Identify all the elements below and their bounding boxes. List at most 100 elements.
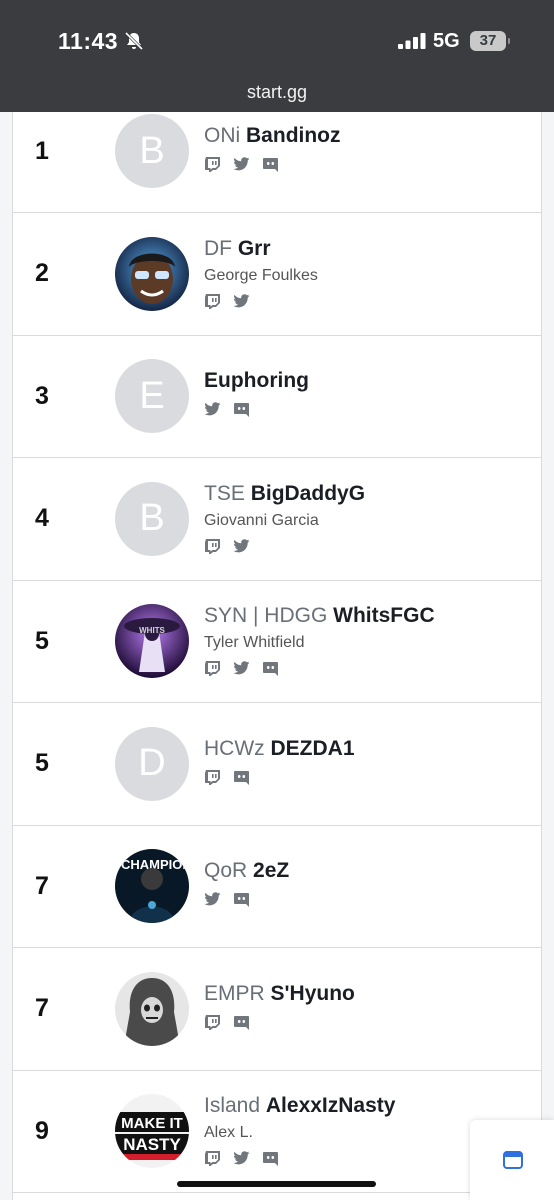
gamer-tag: AlexxIzNasty: [265, 1094, 396, 1117]
standings-row[interactable]: 7 EMPR S'Hyuno: [13, 948, 541, 1071]
player-info: SYN | HDGG WhitsFGC Tyler Whitfield: [204, 604, 435, 676]
placement-rank: 9: [35, 1116, 49, 1145]
discord-icon[interactable]: [233, 401, 250, 417]
player-info: Island AlexxIzNasty Alex L.: [204, 1094, 395, 1166]
player-info: Euphoring: [204, 369, 309, 417]
social-links: [204, 660, 435, 676]
standings-row[interactable]: 5 WHITS SYN | HDGG WhitsFGC Tyler Whitfield: [13, 580, 541, 703]
status-time: 11:43: [58, 28, 119, 54]
social-links: [204, 293, 318, 309]
twitter-icon[interactable]: [233, 156, 250, 172]
player-name[interactable]: SYN | HDGG WhitsFGC: [204, 604, 435, 628]
player-avatar[interactable]: CHAMPION: [115, 849, 189, 924]
social-links: [204, 156, 341, 172]
player-avatar[interactable]: E: [115, 359, 189, 434]
twitter-icon[interactable]: [233, 1150, 250, 1166]
standings-row[interactable]: 2 DF Grr George Foulkes: [13, 213, 541, 336]
social-links: [204, 401, 309, 417]
placement-rank: 3: [35, 381, 49, 410]
player-info: HCWz DEZDA1: [204, 737, 355, 785]
player-name[interactable]: ONi Bandinoz: [204, 124, 341, 148]
player-name[interactable]: Island AlexxIzNasty: [204, 1094, 395, 1118]
discord-icon[interactable]: [262, 660, 279, 676]
player-avatar[interactable]: WHITS: [115, 604, 189, 679]
twitter-icon[interactable]: [233, 293, 250, 309]
address-bar[interactable]: start.gg: [0, 82, 554, 103]
player-avatar[interactable]: [115, 236, 189, 311]
player-name[interactable]: TSE BigDaddyG: [204, 482, 365, 506]
discord-icon[interactable]: [233, 769, 250, 785]
placement-rank: 5: [35, 749, 49, 777]
team-prefix: TSE: [204, 481, 245, 505]
real-name: Tyler Whitfield: [204, 634, 305, 651]
placement-rank: 1: [35, 136, 49, 165]
avatar-logo-text: MAKE IT: [121, 1115, 183, 1132]
social-links: [204, 1014, 355, 1030]
twitter-icon[interactable]: [233, 660, 250, 676]
social-links: [204, 538, 365, 554]
standings-row[interactable]: 9 MAKE IT NASTY Island AlexxIzNasty Alex L.: [13, 1070, 541, 1193]
gamer-tag: Bandinoz: [246, 124, 341, 147]
gamer-tag: DEZDA1: [270, 736, 355, 760]
network-type: 5G: [433, 30, 460, 52]
twitch-icon[interactable]: [204, 293, 221, 309]
social-links: [204, 891, 289, 907]
standings-row[interactable]: 3 E Euphoring: [13, 335, 541, 458]
gamer-tag: 2eZ: [253, 859, 290, 882]
svg-text:WHITS: WHITS: [139, 626, 165, 635]
player-avatar[interactable]: B: [115, 114, 189, 189]
placement-rank: 7: [35, 994, 49, 1022]
discord-icon[interactable]: [233, 1014, 250, 1030]
twitter-icon[interactable]: [204, 401, 221, 417]
player-name[interactable]: Euphoring: [204, 369, 309, 393]
gamer-tag: S'Hyuno: [270, 981, 355, 1005]
twitch-icon[interactable]: [204, 156, 221, 172]
standings-row[interactable]: 5 D HCWz DEZDA1: [13, 703, 541, 826]
placement-rank: 4: [35, 504, 49, 532]
bell-muted-icon: [124, 31, 144, 51]
team-prefix: HCWz: [204, 736, 265, 760]
discord-icon[interactable]: [233, 891, 250, 907]
player-name[interactable]: QoR 2eZ: [204, 859, 289, 883]
player-name[interactable]: HCWz DEZDA1: [204, 737, 355, 761]
real-name: Giovanni Garcia: [204, 511, 319, 529]
real-name: Alex L.: [204, 1124, 253, 1141]
placement-rank: 7: [35, 871, 49, 900]
standings-row[interactable]: 7 CHAMPION QoR 2eZ: [13, 825, 541, 948]
twitch-icon[interactable]: [204, 1014, 221, 1030]
status-bar: 11:43 5G 37 start.gg: [0, 0, 554, 112]
battery-indicator: 37: [470, 31, 510, 51]
gamer-tag: WhitsFGC: [333, 604, 435, 627]
player-name[interactable]: DF Grr: [204, 237, 318, 261]
team-prefix: DF: [204, 236, 232, 260]
player-avatar[interactable]: B: [115, 481, 189, 556]
player-avatar[interactable]: D: [115, 726, 189, 801]
player-name[interactable]: EMPR S'Hyuno: [204, 982, 355, 1006]
twitch-icon[interactable]: [204, 769, 221, 785]
player-info: QoR 2eZ: [204, 859, 289, 907]
twitch-icon[interactable]: [204, 1150, 221, 1166]
standings-row[interactable]: 4 B TSE BigDaddyG Giovanni Garcia: [13, 458, 541, 581]
twitch-icon[interactable]: [204, 660, 221, 676]
home-indicator: [177, 1181, 376, 1187]
floating-action-button[interactable]: [470, 1120, 554, 1200]
player-avatar[interactable]: [115, 971, 189, 1046]
discord-icon[interactable]: [262, 156, 279, 172]
twitter-icon[interactable]: [204, 891, 221, 907]
standings-list: 1 B ONi Bandinoz 2 DF Grr George Foulkes 3 E Eup…: [12, 112, 542, 1200]
team-prefix: EMPR: [204, 981, 265, 1005]
real-name: George Foulkes: [204, 266, 318, 284]
gamer-tag: Grr: [237, 236, 271, 260]
placement-rank: 2: [35, 259, 49, 287]
avatar-initial: B: [139, 497, 165, 540]
gamer-tag: BigDaddyG: [250, 481, 366, 505]
placement-rank: 5: [35, 626, 49, 655]
standings-row[interactable]: 1 B ONi Bandinoz: [13, 112, 541, 213]
team-prefix: ONi: [204, 124, 241, 147]
avatar-initial: E: [139, 374, 165, 417]
player-avatar[interactable]: MAKE IT NASTY: [115, 1094, 189, 1169]
twitter-icon[interactable]: [233, 538, 250, 554]
window-icon: [503, 1151, 523, 1169]
discord-icon[interactable]: [262, 1150, 279, 1166]
twitch-icon[interactable]: [204, 538, 221, 554]
